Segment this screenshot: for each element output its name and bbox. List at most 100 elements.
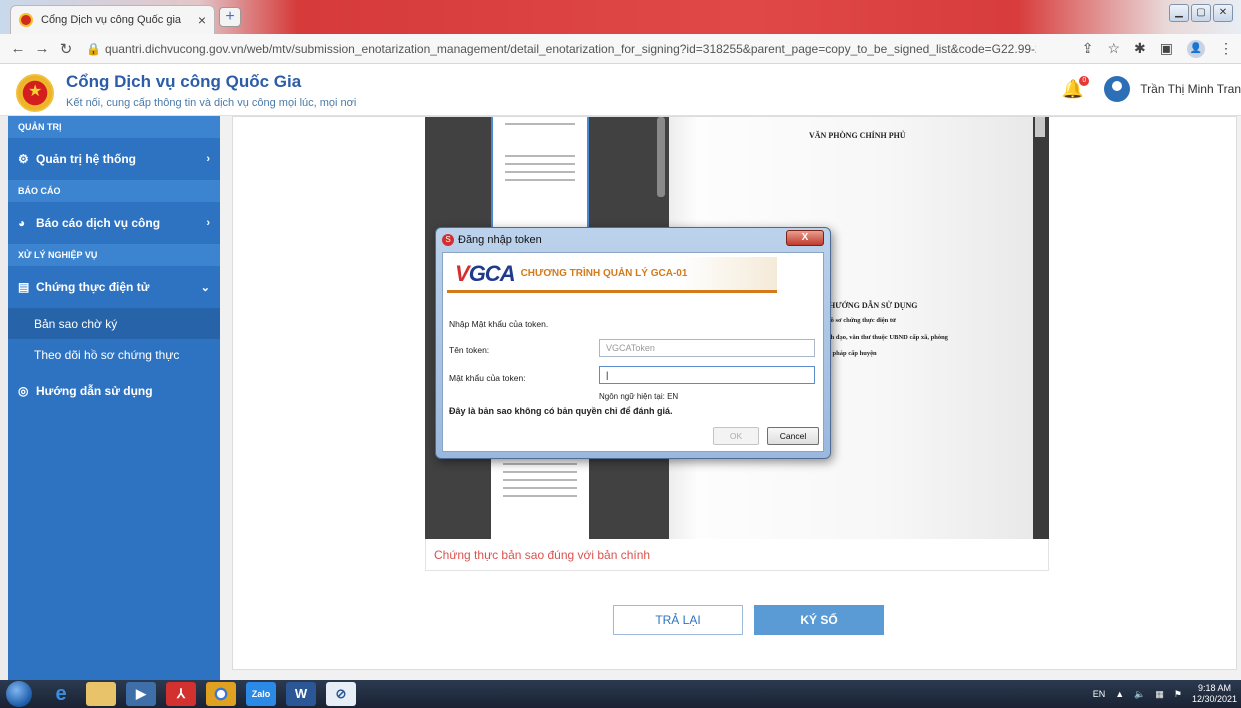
digital-sign-button[interactable]: KÝ SỐ bbox=[754, 605, 884, 635]
browser-tab[interactable]: Cổng Dịch vụ công Quốc gia × bbox=[10, 5, 215, 34]
sidebar-section-business: XỬ LÝ NGHIỆP VỤ bbox=[8, 244, 220, 266]
cogs-icon: ⚙ bbox=[18, 152, 29, 166]
language-info: Ngôn ngữ hiện tại: EN bbox=[599, 392, 679, 401]
dialog-body: VGCA CHƯƠNG TRÌNH QUẢN LÝ GCA-01 Nhập Mậ… bbox=[442, 252, 824, 452]
site-title[interactable]: Cổng Dịch vụ công Quốc Gia bbox=[66, 72, 301, 92]
network-icon[interactable]: ▦ bbox=[1155, 689, 1164, 700]
dialog-titlebar[interactable]: S Đăng nhập token bbox=[436, 228, 830, 252]
token-login-dialog: S Đăng nhập token X VGCA CHƯƠNG TRÌNH QU… bbox=[435, 227, 831, 459]
sidebar-subitem-tracking[interactable]: Theo dõi hồ sơ chứng thực bbox=[8, 339, 220, 370]
reload-icon[interactable]: ↻ bbox=[56, 40, 76, 58]
profile-icon[interactable]: 👤 bbox=[1187, 39, 1205, 58]
trial-notice: Đây là bản sao không có bản quyền chỉ để… bbox=[449, 406, 673, 416]
window-controls: ▁ ▢ ✕ bbox=[1169, 4, 1233, 22]
return-button[interactable]: TRẢ LẠI bbox=[613, 605, 743, 635]
url-text: quantri.dichvucong.gov.vn/web/mtv/submis… bbox=[104, 41, 1036, 56]
system-tray: EN ▲ 🔈 ▦ ⚑ 9:18 AM 12/30/2021 bbox=[1093, 683, 1241, 705]
chevron-down-icon: ⌄ bbox=[200, 281, 210, 294]
document-header: VĂN PHÒNG CHÍNH PHỦ bbox=[809, 131, 906, 140]
token-name-field[interactable]: VGCAToken bbox=[599, 339, 815, 357]
file-explorer-icon[interactable] bbox=[86, 682, 116, 706]
chevron-right-icon: › bbox=[206, 217, 210, 229]
token-name-label: Tên token: bbox=[449, 345, 490, 355]
clock[interactable]: 9:18 AM 12/30/2021 bbox=[1192, 683, 1237, 705]
clock-time: 9:18 AM bbox=[1197, 683, 1231, 693]
page-thumbnail[interactable] bbox=[491, 117, 589, 229]
national-emblem-logo[interactable] bbox=[16, 74, 54, 112]
header-user-area: 🔔 0 Trần Thị Minh Tran bbox=[1062, 75, 1241, 102]
menu-icon[interactable]: ⋮ bbox=[1219, 40, 1233, 57]
forward-icon[interactable]: → bbox=[32, 40, 52, 57]
site-subtitle: Kết nối, cung cấp thông tin và dịch vụ c… bbox=[66, 97, 357, 109]
back-icon[interactable]: ← bbox=[8, 40, 28, 57]
dialog-banner: VGCA CHƯƠNG TRÌNH QUẢN LÝ GCA-01 bbox=[447, 257, 777, 293]
token-manager-icon[interactable]: ⊘ bbox=[326, 682, 356, 706]
sidebar-subitem-pending-copies[interactable]: Bản sao chờ ký bbox=[8, 308, 220, 339]
notification-bell-icon[interactable]: 🔔 0 bbox=[1062, 75, 1090, 100]
acrobat-reader-icon[interactable]: ⅄ bbox=[166, 682, 196, 706]
volume-icon[interactable]: 🔈 bbox=[1134, 689, 1145, 700]
sidebar-item-user-guide[interactable]: ◎ Hướng dẫn sử dụng bbox=[8, 370, 220, 412]
page-thumbnail[interactable] bbox=[491, 457, 589, 539]
lifebuoy-icon: ◎ bbox=[18, 384, 29, 398]
close-window-icon[interactable]: ✕ bbox=[1213, 4, 1233, 22]
document-line: nh đạo, văn thư thuộc UBND cấp xã, phòng bbox=[827, 334, 948, 341]
browser-toolbar: ← → ↻ 🔒 quantri.dichvucong.gov.vn/web/mtv… bbox=[0, 34, 1241, 64]
restore-icon[interactable]: ▢ bbox=[1191, 4, 1211, 22]
sidebar-item-label: Báo cáo dịch vụ công bbox=[36, 216, 161, 230]
clock-date: 12/30/2021 bbox=[1191, 694, 1237, 704]
sidebar-item-label: Chứng thực điện tử bbox=[36, 280, 150, 294]
cancel-button[interactable]: Cancel bbox=[767, 427, 819, 445]
extensions-icon[interactable]: ✱ bbox=[1134, 40, 1146, 57]
bookmark-star-icon[interactable]: ☆ bbox=[1107, 40, 1120, 57]
document-title: HƯỚNG DẪN SỬ DỤNG bbox=[829, 301, 918, 310]
password-prompt: Nhập Mật khẩu của token. bbox=[449, 319, 549, 329]
address-bar[interactable]: 🔒 quantri.dichvucong.gov.vn/web/mtv/submi… bbox=[86, 42, 1036, 56]
document-list-icon: ▤ bbox=[18, 280, 30, 294]
sidebar: QUẢN TRỊ ⚙ Quản trị hệ thống › BÁO CÁO ◕… bbox=[8, 116, 220, 680]
site-favicon-icon bbox=[19, 13, 33, 27]
dialog-close-button[interactable]: X bbox=[786, 230, 824, 246]
user-name[interactable]: Trần Thị Minh Tran bbox=[1140, 82, 1241, 96]
language-indicator[interactable]: EN bbox=[1093, 689, 1106, 699]
start-button-icon[interactable] bbox=[6, 681, 32, 707]
zalo-icon[interactable]: Zalo bbox=[246, 682, 276, 706]
tab-title: Cổng Dịch vụ công Quốc gia bbox=[41, 14, 182, 26]
share-icon[interactable]: ⇪ bbox=[1082, 40, 1094, 57]
thumbnail-scrollbar[interactable] bbox=[657, 117, 665, 197]
internet-explorer-icon[interactable]: e bbox=[46, 682, 76, 706]
action-center-flag-icon[interactable]: ⚑ bbox=[1174, 689, 1182, 700]
vgca-brand: GCA bbox=[468, 260, 516, 286]
app-header: Cổng Dịch vụ công Quốc Gia Kết nối, cung… bbox=[0, 64, 1241, 116]
dialog-title: Đăng nhập token bbox=[458, 234, 542, 246]
text-caret: | bbox=[606, 370, 609, 380]
chrome-icon[interactable] bbox=[206, 682, 236, 706]
media-player-icon[interactable]: ▶ bbox=[126, 682, 156, 706]
sidebar-item-e-certification[interactable]: ▤ Chứng thực điện tử ⌄ bbox=[8, 266, 220, 308]
sidebar-item-public-service-report[interactable]: ◕ Báo cáo dịch vụ công › bbox=[8, 202, 220, 244]
browser-tab-strip: Cổng Dịch vụ công Quốc gia × + ▁ ▢ ✕ bbox=[0, 0, 1241, 34]
sidebar-item-label: Quản trị hệ thống bbox=[36, 152, 136, 166]
certification-note: Chứng thực bản sao đúng với bản chính bbox=[425, 539, 1049, 571]
password-label: Mật khẩu của token: bbox=[449, 373, 526, 383]
sidebar-section-admin: QUẢN TRỊ bbox=[8, 116, 220, 138]
tray-expand-icon[interactable]: ▲ bbox=[1115, 689, 1124, 699]
sidebar-item-label: Hướng dẫn sử dụng bbox=[36, 384, 153, 398]
new-tab-button[interactable]: + bbox=[219, 7, 241, 27]
notification-count-badge: 0 bbox=[1079, 75, 1090, 86]
browser-actions: ⇪ ☆ ✱ ▣ 👤 ⋮ bbox=[1082, 39, 1233, 58]
user-avatar-icon[interactable] bbox=[1104, 76, 1131, 102]
password-field[interactable]: | bbox=[599, 366, 815, 384]
page-scrollbar[interactable] bbox=[1035, 117, 1045, 137]
word-icon[interactable]: W bbox=[286, 682, 316, 706]
minimize-icon[interactable]: ▁ bbox=[1169, 4, 1189, 22]
sidebar-section-report: BÁO CÁO bbox=[8, 180, 220, 202]
program-name: CHƯƠNG TRÌNH QUẢN LÝ GCA-01 bbox=[520, 268, 688, 279]
document-line: ư pháp cấp huyện bbox=[827, 350, 877, 357]
windows-taskbar: e ▶ ⅄ Zalo W ⊘ EN ▲ 🔈 ▦ ⚑ 9:18 AM 12/30/… bbox=[0, 680, 1241, 708]
ok-button[interactable]: OK bbox=[713, 427, 759, 445]
tab-close-button[interactable]: × bbox=[198, 12, 206, 28]
sidebar-item-system-admin[interactable]: ⚙ Quản trị hệ thống › bbox=[8, 138, 220, 180]
sidebar-panel-icon[interactable]: ▣ bbox=[1160, 40, 1173, 57]
chevron-right-icon: › bbox=[206, 153, 210, 165]
